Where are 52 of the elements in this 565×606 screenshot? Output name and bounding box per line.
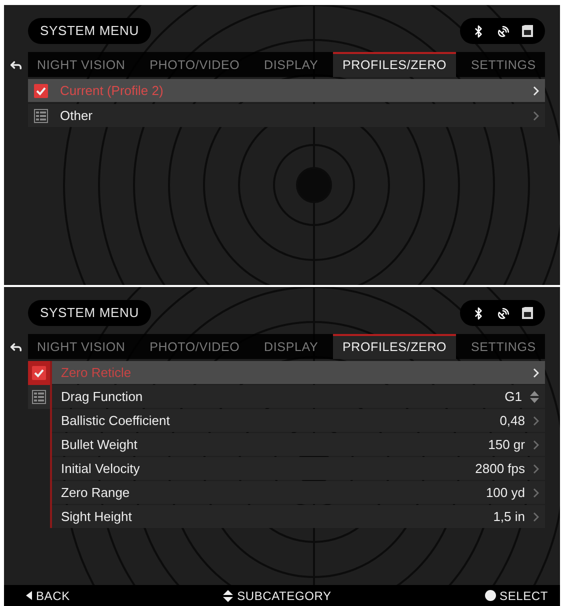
setting-row[interactable]: Drag Function G1: [52, 385, 545, 408]
tab[interactable]: SETTINGS: [462, 52, 545, 77]
checkbox-icon: [32, 366, 46, 380]
checkbox-icon: [34, 84, 48, 98]
tab[interactable]: PHOTO/VIDEO: [140, 334, 249, 359]
bluetooth-icon: [472, 306, 485, 320]
chevron-right-icon: [533, 488, 539, 498]
setting-value: 100 yd: [486, 484, 525, 502]
setting-value: 2800 fps: [475, 460, 525, 478]
menu-title: SYSTEM MENU: [28, 18, 151, 44]
category-tab[interactable]: [28, 361, 50, 385]
tab[interactable]: PROFILES/ZERO: [333, 334, 456, 359]
setting-row[interactable]: Zero Range 100 yd: [52, 481, 545, 504]
category-tab[interactable]: [28, 385, 50, 409]
tab[interactable]: NIGHT VISION: [28, 334, 134, 359]
select-hint: SELECT: [500, 588, 548, 604]
setting-row[interactable]: Ballistic Coefficient 0,48: [52, 409, 545, 432]
tab[interactable]: PHOTO/VIDEO: [140, 52, 249, 77]
chevron-right-icon: [533, 368, 539, 378]
menu-item[interactable]: Other: [28, 104, 545, 127]
satellite-dish-icon: [497, 306, 510, 320]
chevron-right-icon: [533, 512, 539, 522]
up-down-icon: [530, 390, 539, 402]
up-down-icon: [223, 590, 234, 602]
setting-row[interactable]: Bullet Weight 150 gr: [52, 433, 545, 456]
setting-value: G1: [504, 388, 522, 406]
setting-row[interactable]: Initial Velocity 2800 fps: [52, 457, 545, 480]
setting-value: 0,48: [500, 412, 525, 430]
menu-title: SYSTEM MENU: [28, 300, 151, 326]
subcategory-hint: SUBCATEGORY: [237, 588, 332, 604]
chevron-right-icon: [533, 464, 539, 474]
list-icon: [32, 390, 46, 404]
tab[interactable]: NIGHT VISION: [28, 52, 134, 77]
chevron-right-icon: [533, 416, 539, 426]
circle-icon: [484, 590, 496, 601]
tab[interactable]: SETTINGS: [462, 334, 545, 359]
satellite-dish-icon: [497, 24, 510, 38]
setting-value: 1,5 in: [493, 508, 525, 526]
left-triangle-icon: [26, 591, 32, 600]
setting-row[interactable]: Sight Height 1,5 in: [52, 505, 545, 528]
chevron-right-icon: [533, 110, 539, 120]
sd-card-icon: [522, 307, 533, 319]
list-icon: [34, 108, 48, 122]
tab[interactable]: DISPLAY: [255, 52, 328, 77]
chevron-right-icon: [533, 440, 539, 450]
tab[interactable]: PROFILES/ZERO: [333, 52, 456, 77]
chevron-right-icon: [533, 86, 539, 96]
tab[interactable]: DISPLAY: [255, 334, 328, 359]
setting-value: 150 gr: [488, 436, 525, 454]
bluetooth-icon: [472, 24, 485, 38]
back-hint: BACK: [36, 588, 70, 604]
sd-card-icon: [522, 25, 533, 37]
